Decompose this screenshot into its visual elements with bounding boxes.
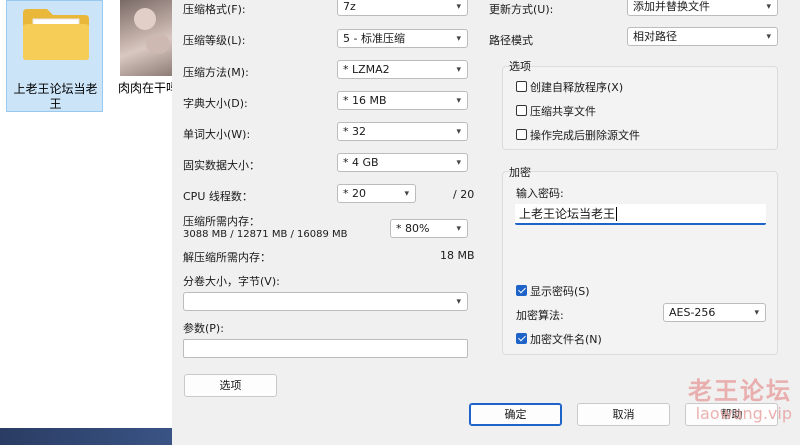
chevron-down-icon: ▾ [456,127,461,137]
folder-item[interactable]: 上老王论坛当老王 [6,0,103,112]
encryption-method-select[interactable]: AES-256 ▾ [663,303,766,322]
parameters-label: 参数(P): [183,322,224,335]
cpu-threads-select[interactable]: * 20 ▾ [337,184,416,203]
cpu-threads-total: / 20 [453,188,475,201]
cpu-threads-label: CPU 线程数： [183,190,253,203]
path-mode-select[interactable]: 相对路径 ▾ [627,27,778,46]
sfx-checkbox[interactable] [516,81,527,92]
delete-after-checkbox[interactable] [516,129,527,140]
show-password-checkbox[interactable] [516,285,527,296]
chevron-down-icon: ▾ [766,32,771,42]
shared-files-checkbox[interactable] [516,105,527,116]
word-size-select[interactable]: * 32 ▾ [337,122,468,141]
password-value: 上老王论坛当老王 [519,207,616,221]
shared-files-label: 压缩共享文件 [530,105,596,118]
chevron-down-icon: ▾ [456,96,461,106]
password-label: 输入密码: [516,187,564,200]
chevron-down-icon: ▾ [404,189,409,199]
dictionary-value: * 16 MB [343,94,387,107]
memory-label: 压缩所需内存： [183,215,260,228]
cpu-threads-value: * 20 [343,187,366,200]
encryption-group-title: 加密 [509,166,531,179]
video-thumbnail[interactable] [120,0,172,76]
path-mode-label: 路径模式 [489,34,533,47]
delete-after-label: 操作完成后删除源文件 [530,129,640,142]
update-mode-select[interactable]: 添加并替换文件 ▾ [627,0,778,16]
chevron-down-icon: ▾ [456,224,461,234]
options-group-title: 选项 [509,60,531,73]
encrypt-names-label: 加密文件名(N) [530,333,602,346]
update-mode-value: 添加并替换文件 [633,0,710,13]
file-explorer-pane: 上老王论坛当老王 肉肉在干吗玩具.m [0,0,174,445]
watermark: 老王论坛 laowang.vip [688,377,792,423]
encrypt-names-checkbox[interactable] [516,333,527,344]
folder-name: 上老王论坛当老王 [13,82,98,111]
dictionary-label: 字典大小(D): [183,97,248,110]
watermark-title: 老王论坛 [688,377,792,405]
chevron-down-icon: ▾ [456,65,461,75]
solid-size-label: 固实数据大小： [183,159,260,172]
chevron-down-icon: ▾ [456,297,461,307]
solid-size-select[interactable]: * 4 GB ▾ [337,153,468,172]
level-label: 压缩等级(L): [183,34,246,47]
cancel-button[interactable]: 取消 [577,403,670,426]
folder-icon [23,9,89,60]
chevron-down-icon: ▾ [456,2,461,12]
split-size-select[interactable]: ▾ [183,292,468,311]
word-size-label: 单词大小(W): [183,128,251,141]
options-button[interactable]: 选项 [184,374,277,397]
sfx-label: 创建自释放程序(X) [530,81,624,94]
chevron-down-icon: ▾ [456,158,461,168]
word-size-value: * 32 [343,125,366,138]
chevron-down-icon: ▾ [766,2,771,12]
method-value: * LZMA2 [343,63,390,76]
memory-percent-select[interactable]: * 80% ▾ [390,219,468,238]
memory-detail: 3088 MB / 12871 MB / 16089 MB [183,229,348,240]
memory-percent-value: * 80% [396,222,430,235]
format-label: 压缩格式(F): [183,3,246,16]
method-select[interactable]: * LZMA2 ▾ [337,60,468,79]
update-mode-label: 更新方式(U): [489,3,554,16]
decompress-memory-label: 解压缩所需内存： [183,251,271,264]
password-input[interactable]: 上老王论坛当老王 [515,204,766,225]
chevron-down-icon: ▾ [456,34,461,44]
video-name: 肉肉在干吗玩具.m [118,81,174,95]
encryption-method-label: 加密算法: [516,309,564,322]
format-select[interactable]: 7z ▾ [337,0,468,16]
format-value: 7z [343,0,356,13]
dictionary-select[interactable]: * 16 MB ▾ [337,91,468,110]
watermark-url: laowang.vip [695,404,792,423]
level-select[interactable]: 5 - 标准压缩 ▾ [337,29,468,48]
chevron-down-icon: ▾ [754,308,759,318]
parameters-input[interactable] [183,339,468,358]
decompress-memory-value: 18 MB [440,249,475,262]
split-size-label: 分卷大小，字节(V): [183,275,280,288]
show-password-label: 显示密码(S) [530,285,590,298]
encryption-method-value: AES-256 [669,306,716,319]
method-label: 压缩方法(M): [183,66,249,79]
solid-size-value: * 4 GB [343,156,379,169]
path-mode-value: 相对路径 [633,30,677,43]
level-value: 5 - 标准压缩 [343,32,405,45]
ok-button[interactable]: 确定 [469,403,562,426]
